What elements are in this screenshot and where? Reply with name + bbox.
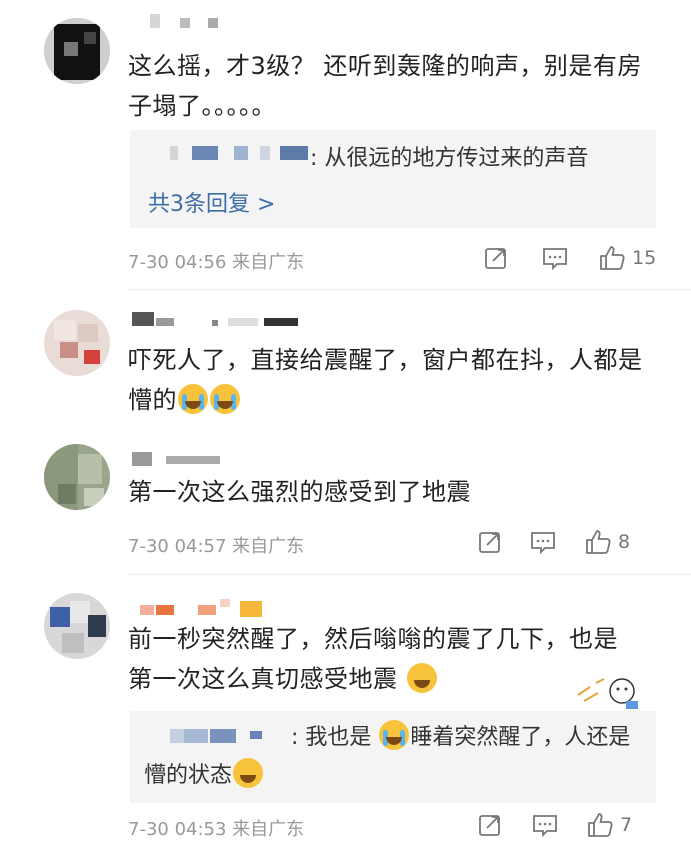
- username-blurred[interactable]: [132, 310, 312, 328]
- reply-button[interactable]: [532, 813, 558, 837]
- avatar[interactable]: [44, 18, 110, 84]
- reply-text: : 从很远的地方传过来的声音: [310, 146, 589, 171]
- comment-icon: [533, 815, 557, 837]
- username-blurred[interactable]: [132, 450, 232, 468]
- username-blurred[interactable]: [150, 12, 230, 30]
- crying-face-emoji: [379, 720, 410, 750]
- like-count: 15: [632, 247, 657, 269]
- reply-button[interactable]: [542, 246, 568, 270]
- reply-preview-box[interactable]: : 从很远的地方传过来的声音 共3条回复 >: [130, 130, 656, 228]
- more-replies-link[interactable]: 共3条回复 >: [148, 186, 275, 218]
- like-button[interactable]: 15: [598, 244, 656, 272]
- thumbs-up-icon: [586, 530, 611, 554]
- crying-face-emoji: [210, 384, 240, 414]
- avatar[interactable]: [44, 444, 110, 510]
- share-icon: [485, 248, 506, 269]
- mascot-sticker-icon: [577, 678, 638, 709]
- share-icon: [479, 532, 500, 553]
- avatar[interactable]: [44, 593, 110, 659]
- comment-text: 前一秒突然醒了，然后嗡嗡的震了几下，也是第一次这么真切感受地震: [128, 619, 628, 699]
- comment-text: 第一次这么强烈的感受到了地震: [128, 478, 471, 506]
- like-count: 8: [618, 531, 631, 553]
- comment-time: 7-30 04:53 来自广东: [128, 819, 305, 840]
- laughing-tears-emoji: [233, 758, 264, 788]
- reply-button[interactable]: [530, 530, 556, 554]
- avatar[interactable]: [44, 310, 110, 376]
- reply-text-a: : 我也是: [291, 725, 372, 750]
- comment-time: 7-30 04:56 来自广东: [128, 252, 305, 273]
- comment-text-body: 前一秒突然醒了，然后嗡嗡的震了几下，也是第一次这么真切感受地震: [128, 625, 618, 693]
- comment-3: 第一次这么强烈的感受到了地震 7-30 04:57 来自广东 8: [0, 430, 691, 575]
- comment-4: 前一秒突然醒了，然后嗡嗡的震了几下，也是第一次这么真切感受地震 : 我也是 睡着…: [0, 575, 691, 860]
- like-count: 7: [620, 814, 633, 836]
- comment-time: 7-30 04:57 来自广东: [128, 536, 305, 557]
- reply-text: : 我也是 睡着突然醒了，人还是懵的状态: [144, 719, 634, 795]
- comment-text: 吓死人了，直接给震醒了，窗户都在抖，人都是懵的: [128, 340, 648, 420]
- crying-face-emoji: [178, 384, 208, 414]
- lightbulb-mascot-emoji: [406, 663, 437, 693]
- comment-icon: [543, 248, 567, 270]
- share-button[interactable]: [484, 246, 508, 270]
- comment-2: 吓死人了，直接给震醒了，窗户都在抖，人都是懵的: [0, 290, 691, 430]
- reply-username-blurred[interactable]: [170, 144, 310, 162]
- comment-1: 这么摇，才3级？ 还听到轰隆的响声，别是有房子塌了。。。。。 : 从很远的地方传…: [0, 0, 691, 290]
- share-button[interactable]: [478, 530, 502, 554]
- username-blurred[interactable]: [140, 599, 270, 617]
- share-button[interactable]: [478, 813, 502, 837]
- like-button[interactable]: 7: [586, 811, 632, 839]
- thumbs-up-icon: [588, 813, 613, 837]
- thumbs-up-icon: [600, 246, 625, 270]
- reply-preview-box[interactable]: : 我也是 睡着突然醒了，人还是懵的状态: [130, 711, 656, 803]
- comment-icon: [531, 532, 555, 554]
- like-button[interactable]: 8: [584, 528, 630, 556]
- share-icon: [479, 815, 500, 836]
- comment-text: 这么摇，才3级？ 还听到轰隆的响声，别是有房子塌了。。。。。: [128, 52, 642, 120]
